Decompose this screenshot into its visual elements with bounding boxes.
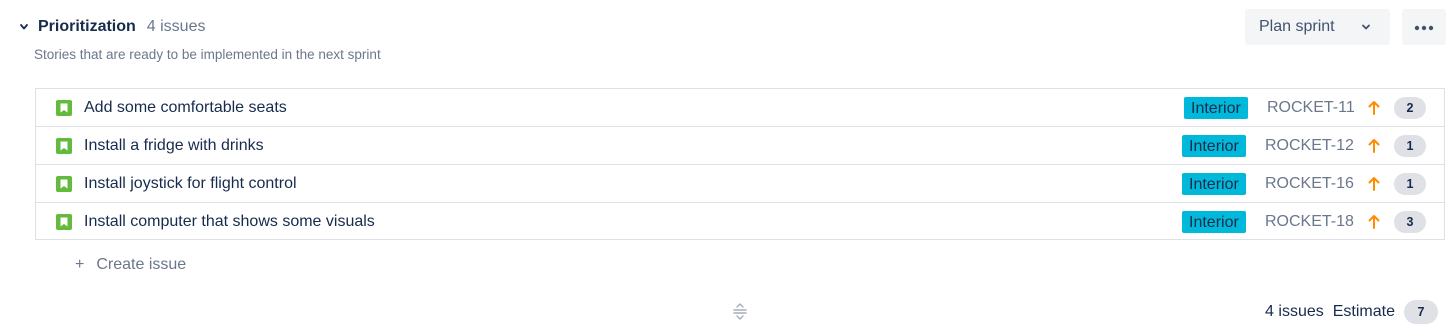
plan-sprint-button[interactable]: Plan sprint xyxy=(1245,9,1390,45)
issue-estimate: 2 xyxy=(1394,96,1426,119)
issue-summary: Install a fridge with drinks xyxy=(84,136,264,154)
issue-label[interactable]: Interior xyxy=(1182,172,1246,195)
issue-row[interactable]: Add some comfortable seats Interior ROCK… xyxy=(36,89,1444,127)
issue-key[interactable]: ROCKET-12 xyxy=(1265,137,1354,155)
create-issue-button[interactable]: + Create issue xyxy=(75,256,186,274)
issue-key[interactable]: ROCKET-16 xyxy=(1265,175,1354,193)
footer-estimate-label: Estimate xyxy=(1332,303,1395,320)
issue-summary: Install computer that shows some visuals xyxy=(84,213,375,230)
issue-key[interactable]: ROCKET-11 xyxy=(1267,99,1355,117)
collapse-chevron-down-icon[interactable] xyxy=(16,19,32,35)
priority-high-icon xyxy=(1368,100,1380,116)
section-footer: 4 issues Estimate 7 xyxy=(1265,300,1438,324)
issue-key[interactable]: ROCKET-18 xyxy=(1265,213,1354,231)
section-issue-count: 4 issues xyxy=(146,18,206,35)
issue-summary: Install joystick for flight control xyxy=(84,174,297,192)
plan-sprint-label: Plan sprint xyxy=(1259,18,1335,35)
issue-row[interactable]: Install computer that shows some visuals… xyxy=(36,203,1444,241)
issue-label[interactable]: Interior xyxy=(1182,134,1246,157)
plus-icon: + xyxy=(75,256,85,273)
priority-high-icon xyxy=(1368,214,1380,230)
issue-row[interactable]: Install joystick for flight control Inte… xyxy=(36,165,1444,203)
issue-row[interactable]: Install a fridge with drinks Interior RO… xyxy=(36,127,1444,165)
more-icon xyxy=(1414,18,1434,36)
footer-estimate-total: 7 xyxy=(1404,300,1438,324)
issue-label[interactable]: Interior xyxy=(1182,211,1246,233)
section-description: Stories that are ready to be implemented… xyxy=(34,47,381,62)
story-icon xyxy=(56,214,72,230)
story-icon xyxy=(56,137,72,154)
backlog-section: Prioritization 4 issues Stories that are… xyxy=(0,0,1450,336)
create-issue-label: Create issue xyxy=(96,256,187,273)
chevron-down-icon xyxy=(1360,20,1372,38)
issue-summary: Add some comfortable seats xyxy=(84,98,287,116)
issue-estimate: 1 xyxy=(1394,172,1426,195)
story-icon xyxy=(56,175,72,192)
issue-list: Add some comfortable seats Interior ROCK… xyxy=(35,88,1445,240)
footer-issue-count: 4 issues xyxy=(1265,303,1324,320)
section-title: Prioritization xyxy=(38,18,136,35)
drag-handle-icon[interactable] xyxy=(731,302,749,320)
story-icon xyxy=(56,99,72,116)
issue-label[interactable]: Interior xyxy=(1184,96,1248,119)
section-header: Prioritization 4 issues xyxy=(16,14,205,40)
more-actions-button[interactable] xyxy=(1402,9,1446,45)
issue-estimate: 1 xyxy=(1394,134,1426,157)
issue-estimate: 3 xyxy=(1394,211,1426,233)
priority-high-icon xyxy=(1368,176,1380,192)
priority-high-icon xyxy=(1368,138,1380,154)
